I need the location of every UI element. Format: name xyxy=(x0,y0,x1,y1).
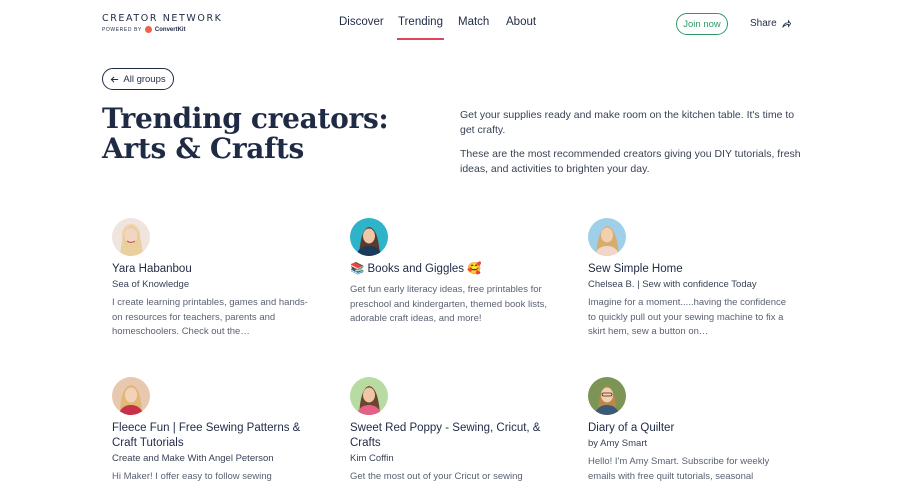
creator-description: Imagine for a moment.....having the conf… xyxy=(588,297,787,337)
creator-subtitle: Create and Make With Angel Peterson xyxy=(112,453,274,464)
powered-by-label: POWERED BY xyxy=(102,26,142,33)
arrow-left-icon xyxy=(111,75,119,83)
creator-avatar xyxy=(350,218,388,256)
creator-card[interactable]: Fleece Fun | Free Sewing Patterns & Craf… xyxy=(112,377,312,484)
creator-card[interactable]: Sew Simple Home Chelsea B. | Sew with co… xyxy=(588,218,788,340)
intro-paragraph-2: These are the most recommended creators … xyxy=(460,148,801,175)
nav-about[interactable]: About xyxy=(506,16,536,28)
site-header: CREATOR NETWORK POWERED BY ConvertKit Di… xyxy=(0,0,900,48)
creator-avatar xyxy=(588,377,626,415)
creator-name: 📚 Books and Giggles 🥰 xyxy=(350,263,482,275)
all-groups-button[interactable]: All groups xyxy=(102,68,174,90)
creator-description: I create learning printables, games and … xyxy=(112,297,308,337)
nav-discover[interactable]: Discover xyxy=(339,16,384,28)
creator-description: Hi Maker! I offer easy to follow sewing xyxy=(112,471,272,482)
creator-name: Yara Habanbou xyxy=(112,263,192,275)
creator-subtitle: Sea of Knowledge xyxy=(112,279,190,290)
creator-card[interactable]: Sweet Red Poppy - Sewing, Cricut, & Craf… xyxy=(350,377,550,484)
creator-card[interactable]: Yara Habanbou Sea of Knowledge I create … xyxy=(112,218,312,340)
page-title: Trending creators: Arts & Crafts xyxy=(102,102,389,165)
share-button[interactable]: Share xyxy=(750,18,791,29)
nav-trending[interactable]: Trending xyxy=(397,16,444,40)
creator-avatar xyxy=(112,377,150,415)
creator-subtitle: Kim Coffin xyxy=(350,453,394,464)
creator-avatar xyxy=(588,218,626,256)
creator-name: Diary of a Quilter xyxy=(588,422,675,434)
nav-match[interactable]: Match xyxy=(458,16,489,28)
creator-description: Get the most out of your Cricut or sewin… xyxy=(350,471,523,482)
share-icon xyxy=(781,18,791,28)
creator-name: Fleece Fun | Free Sewing Patterns & Craf… xyxy=(112,422,301,449)
brand-logo[interactable]: CREATOR NETWORK POWERED BY ConvertKit xyxy=(102,13,223,33)
creator-card[interactable]: 📚 Books and Giggles 🥰 Get fun early lite… xyxy=(350,218,550,327)
all-groups-label: All groups xyxy=(123,73,166,85)
creator-avatar xyxy=(112,218,150,256)
creator-description: Hello! I'm Amy Smart. Subscribe for week… xyxy=(588,456,770,482)
intro-paragraph-1: Get your supplies ready and make room on… xyxy=(460,109,795,136)
creator-card[interactable]: Diary of a Quilter by Amy Smart Hello! I… xyxy=(588,377,788,484)
brand-title: CREATOR NETWORK xyxy=(102,13,223,24)
creator-subtitle: by Amy Smart xyxy=(588,438,648,449)
creator-name: Sweet Red Poppy - Sewing, Cricut, & Craf… xyxy=(350,422,541,449)
join-now-button[interactable]: Join now xyxy=(676,13,728,35)
convertkit-logo-icon xyxy=(144,26,152,33)
share-label: Share xyxy=(750,18,777,29)
creator-avatar xyxy=(350,377,388,415)
creator-description: Get fun early literacy ideas, free print… xyxy=(350,284,547,324)
page-intro: Get your supplies ready and make room on… xyxy=(460,108,805,176)
creator-subtitle: Chelsea B. | Sew with confidence Today xyxy=(588,279,757,290)
convertkit-label: ConvertKit xyxy=(154,26,186,33)
brand-powered-by: POWERED BY ConvertKit xyxy=(102,26,223,33)
creator-name: Sew Simple Home xyxy=(588,263,683,275)
